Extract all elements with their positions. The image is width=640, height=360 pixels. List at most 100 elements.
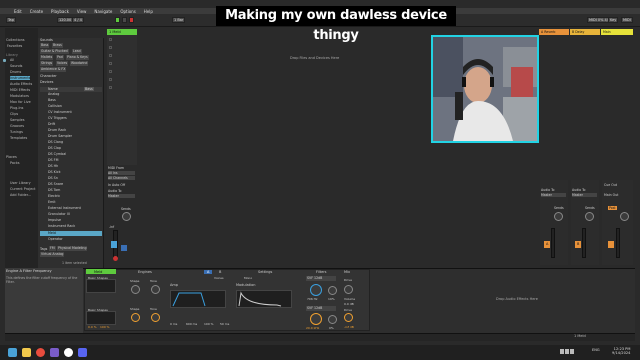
track-header-main[interactable]: Main <box>601 29 633 35</box>
mono-label[interactable]: Mono <box>244 276 252 280</box>
sidebar-item-samples[interactable]: Samples <box>10 118 24 122</box>
tag-fm[interactable]: FM <box>49 246 56 251</box>
audio-to-select-b[interactable]: Master <box>572 193 597 197</box>
sidebar-item-templates[interactable]: Templates <box>10 136 27 140</box>
sidebar-item-max-for-live[interactable]: Max for Live <box>10 100 31 104</box>
send-knob-b[interactable] <box>585 212 594 221</box>
play-button[interactable] <box>115 17 120 23</box>
clip-slot[interactable] <box>109 78 112 81</box>
send-a-knob[interactable] <box>122 212 131 221</box>
system-tray-icons[interactable] <box>560 348 574 355</box>
sidebar-item-favorites[interactable]: Favorites <box>7 44 22 48</box>
engine-b-tab[interactable]: B <box>219 270 221 274</box>
menu-create[interactable]: Create <box>30 9 43 14</box>
key-map-button[interactable]: Key <box>608 17 619 23</box>
sidebar-item-midi-effects[interactable]: MIDI Effects <box>10 88 30 92</box>
drive-knob-b[interactable] <box>344 313 353 322</box>
sidebar-item-modulators[interactable]: Modulators <box>10 94 29 98</box>
filter-res-knob-a[interactable] <box>328 286 337 295</box>
tree-item[interactable]: DS Clap <box>48 146 61 150</box>
tag-woodwind[interactable]: Woodwind <box>70 61 89 66</box>
device-title[interactable]: Meld <box>94 270 102 274</box>
tree-item[interactable]: Drum Rack <box>48 128 66 132</box>
filter-type-a[interactable]: SVF 12dB <box>306 276 336 281</box>
tag-guitar[interactable]: Guitar & Plucked <box>40 49 69 54</box>
monitor-toggle[interactable]: In Auto Off <box>108 183 125 187</box>
amp-envelope-display[interactable] <box>170 290 226 308</box>
drop-audio-effects-zone[interactable]: Drop Audio Effects Here <box>496 297 538 301</box>
shape-knob-a[interactable] <box>131 285 140 294</box>
sidebar-item-plugins[interactable]: Plug-Ins <box>10 106 23 110</box>
tree-item[interactable]: Impulse <box>48 218 61 222</box>
tag-bass[interactable]: Bass <box>40 43 50 48</box>
filter-dropdown[interactable]: Bass <box>84 87 94 91</box>
drive-knob-a[interactable] <box>344 285 353 294</box>
tree-item[interactable]: DS Kick <box>48 170 60 174</box>
tree-item[interactable]: Granulator III <box>48 212 70 216</box>
drop-files-zone[interactable]: Drop Files and Devices Here <box>290 56 339 60</box>
sidebar-item-drums[interactable]: Drums <box>10 70 21 74</box>
track-header-a[interactable]: A Reverb <box>539 29 569 35</box>
stop-button[interactable] <box>122 17 127 23</box>
tag-voices[interactable]: Voices <box>56 61 69 66</box>
tree-item[interactable]: DS Tom <box>48 188 60 192</box>
tone-knob-a[interactable] <box>151 285 160 294</box>
clock[interactable]: 12:23 PM 9/14/2024 <box>612 347 630 355</box>
sidebar-item-user-library[interactable]: User Library <box>10 181 31 185</box>
clip-slot[interactable] <box>109 46 112 49</box>
record-button[interactable] <box>129 17 134 23</box>
file-explorer-icon[interactable] <box>22 348 31 357</box>
sidebar-item-add-folder[interactable]: Add Folder... <box>10 193 31 197</box>
tempo-field[interactable]: 120.00 <box>57 17 74 23</box>
language-indicator[interactable]: ENG <box>592 348 600 352</box>
post-button[interactable]: Post <box>608 206 617 210</box>
arm-button[interactable] <box>113 256 118 261</box>
tap-button[interactable]: Tap <box>6 17 16 23</box>
tree-item[interactable]: External Instrument <box>48 206 81 210</box>
tag-pad[interactable]: Pad <box>56 55 64 60</box>
clip-slot[interactable] <box>109 54 112 57</box>
windows-start-icon[interactable] <box>8 348 17 357</box>
filter-freq-knob-b[interactable] <box>310 313 322 325</box>
midi-map-button[interactable]: MIDI <box>621 17 633 23</box>
main-knob[interactable] <box>620 212 629 221</box>
tree-item[interactable]: Analog <box>48 92 59 96</box>
voices-label[interactable]: Voices <box>214 276 224 280</box>
tree-item[interactable]: DS Clang <box>48 140 63 144</box>
filter-freq-knob-a[interactable] <box>310 284 322 296</box>
discord-icon[interactable] <box>78 348 87 357</box>
menu-edit[interactable]: Edit <box>14 9 22 14</box>
tag-virtual-analog[interactable]: Virtual Analog <box>40 252 65 257</box>
menu-options[interactable]: Options <box>120 9 135 14</box>
menu-view[interactable]: View <box>77 9 87 14</box>
osc-a-type[interactable]: Basic Shapes <box>88 276 108 280</box>
channel-select[interactable]: All Channels <box>108 176 135 180</box>
tree-item[interactable]: CV Instrument <box>48 110 72 114</box>
tag-mallets[interactable]: Mallets <box>40 55 54 60</box>
tag-lead[interactable]: Lead <box>72 49 82 54</box>
tree-item[interactable]: Collision <box>48 104 62 108</box>
tree-item[interactable]: DS Cymbal <box>48 152 66 156</box>
clip-slot[interactable] <box>109 86 112 89</box>
tree-item[interactable]: Emit <box>48 200 56 204</box>
tree-item[interactable]: Drift <box>48 122 55 126</box>
main-solo-button[interactable] <box>608 241 614 248</box>
name-column-header[interactable]: Name <box>48 87 58 91</box>
solo-button[interactable] <box>121 245 127 251</box>
tag-strings[interactable]: Strings <box>40 61 54 66</box>
ableton-icon[interactable] <box>64 348 73 357</box>
sidebar-item-instruments[interactable]: Instruments <box>10 76 31 80</box>
audio-to-select-a[interactable]: Master <box>541 193 566 197</box>
tag-brass[interactable]: Brass <box>52 43 63 48</box>
sidebar-item-audio-effects[interactable]: Audio Effects <box>10 82 32 86</box>
quantize-menu[interactable]: 1 Bar <box>172 17 186 23</box>
character-label[interactable]: Character <box>40 74 57 78</box>
menu-help[interactable]: Help <box>144 9 153 14</box>
shape-knob-b[interactable] <box>131 313 140 322</box>
clip-slot[interactable] <box>109 62 112 65</box>
tree-item[interactable]: DS Snare <box>48 182 63 186</box>
track-activator-button[interactable] <box>111 241 117 248</box>
engine-a-tab[interactable]: A <box>204 270 213 274</box>
devices-label[interactable]: Devices <box>40 80 53 84</box>
sidebar-item-grooves[interactable]: Grooves <box>10 124 24 128</box>
